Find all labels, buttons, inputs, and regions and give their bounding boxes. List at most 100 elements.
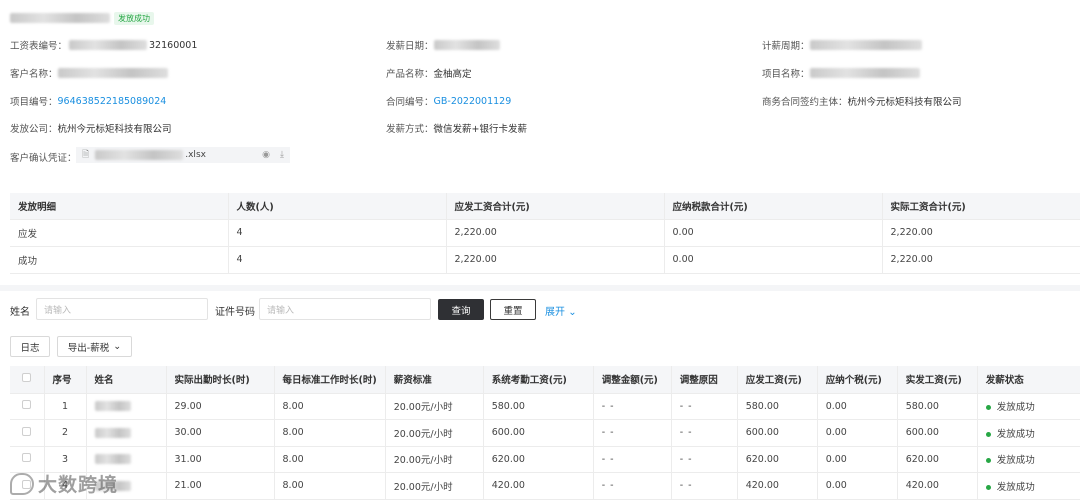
table-row[interactable]: 3 31.00 8.00 20.00元/小时 620.00 - - - - 62… bbox=[10, 446, 1080, 473]
voucher-label: 客户确认凭证： bbox=[10, 153, 77, 164]
row-hours: 29.00 bbox=[166, 393, 275, 420]
row-hours: 31.00 bbox=[166, 446, 275, 473]
signing-entity-value: 杭州今元标矩科技有限公司 bbox=[847, 97, 962, 108]
row-gross: 580.00 bbox=[737, 393, 818, 420]
row-no: 2 bbox=[44, 419, 87, 447]
redacted-value bbox=[809, 68, 920, 78]
row-hours: 21.00 bbox=[166, 472, 275, 500]
section-divider bbox=[0, 285, 1080, 291]
table-row[interactable]: 1 29.00 8.00 20.00元/小时 580.00 - - - - 58… bbox=[10, 393, 1080, 420]
watermark-logo-icon bbox=[10, 472, 34, 495]
summary-cell: 2,220.00 bbox=[446, 219, 665, 247]
issuer-label: 发放公司： bbox=[10, 124, 58, 135]
main-header-cell: 应纳个税(元) bbox=[817, 366, 898, 394]
pay-period-label: 计薪周期： bbox=[762, 41, 810, 52]
summary-header-cell: 应发工资合计(元) bbox=[446, 193, 665, 220]
row-gross: 420.00 bbox=[737, 472, 818, 500]
customer-label: 客户名称： bbox=[10, 69, 58, 80]
redacted-title bbox=[10, 13, 110, 23]
voucher-file[interactable]: 🗎 .xlsx ◉ ⤓ bbox=[76, 147, 290, 163]
row-hours: 30.00 bbox=[166, 419, 275, 447]
product-value: 金柚高定 bbox=[433, 69, 472, 80]
name-input[interactable]: 请输入 bbox=[36, 298, 208, 320]
row-status: 发放成功 bbox=[977, 446, 1080, 473]
log-button[interactable]: 日志 bbox=[10, 336, 50, 357]
summary-cell: 成功 bbox=[10, 246, 229, 274]
row-tax: 0.00 bbox=[817, 419, 898, 447]
row-sys-pay: 420.00 bbox=[483, 472, 594, 500]
row-tax: 0.00 bbox=[817, 446, 898, 473]
payroll-detail-table: 序号 姓名 实际出勤时长(时) 每日标准工作时长(时) 薪资标准 系统考勤工资(… bbox=[10, 366, 1080, 500]
query-button[interactable]: 查询 bbox=[438, 299, 484, 320]
pay-method-field: 发薪方式： 微信发薪+银行卡发薪 bbox=[386, 121, 527, 135]
row-adjust-amount: - - bbox=[593, 472, 672, 500]
export-tax-button[interactable]: 导出-薪税 ⌄ bbox=[57, 336, 132, 357]
download-icon[interactable]: ⤓ bbox=[280, 150, 284, 160]
row-gross: 620.00 bbox=[737, 446, 818, 473]
success-dot-icon bbox=[985, 405, 991, 411]
product-field: 产品名称： 金柚高定 bbox=[386, 66, 472, 80]
file-icon: 🗎 bbox=[82, 150, 90, 160]
summary-cell: 0.00 bbox=[664, 219, 883, 247]
status-text: 发放成功 bbox=[996, 402, 1035, 414]
reset-button[interactable]: 重置 bbox=[490, 299, 536, 320]
row-net: 620.00 bbox=[897, 446, 978, 473]
row-adjust-reason: - - bbox=[671, 446, 738, 473]
row-name bbox=[86, 419, 167, 447]
select-all-checkbox[interactable] bbox=[22, 373, 32, 383]
redacted-name bbox=[94, 401, 131, 412]
summary-header-cell: 人数(人) bbox=[228, 193, 447, 220]
project-no-link[interactable]: 964638522185089024 bbox=[58, 96, 167, 107]
summary-cell: 2,220.00 bbox=[446, 246, 665, 274]
row-no: 1 bbox=[44, 393, 87, 420]
customer-field: 客户名称： bbox=[10, 66, 168, 80]
table-row[interactable]: 4 21.00 8.00 20.00元/小时 420.00 - - - - 42… bbox=[10, 472, 1080, 500]
summary-header-cell: 实际工资合计(元) bbox=[882, 193, 1080, 220]
row-status: 发放成功 bbox=[977, 419, 1080, 447]
row-sys-pay: 600.00 bbox=[483, 419, 594, 447]
summary-cell: 4 bbox=[228, 246, 447, 274]
eye-icon[interactable]: ◉ bbox=[262, 150, 270, 160]
row-adjust-amount: - - bbox=[593, 446, 672, 473]
row-checkbox[interactable] bbox=[22, 453, 32, 463]
redacted-value bbox=[69, 40, 148, 50]
project-name-label: 项目名称： bbox=[762, 69, 810, 80]
row-std-hours: 8.00 bbox=[274, 393, 386, 420]
row-checkbox[interactable] bbox=[22, 400, 32, 410]
summary-table: 发放明细 人数(人) 应发工资合计(元) 应纳税款合计(元) 实际工资合计(元)… bbox=[10, 193, 1080, 274]
main-header-cell: 实发工资(元) bbox=[897, 366, 978, 394]
id-filter-label: 证件号码 bbox=[215, 307, 255, 318]
row-sys-pay: 620.00 bbox=[483, 446, 594, 473]
product-label: 产品名称： bbox=[386, 69, 434, 80]
name-filter-label: 姓名 bbox=[10, 307, 30, 318]
redacted-value bbox=[433, 40, 500, 50]
main-header-cell: 序号 bbox=[44, 366, 87, 394]
status-text: 发放成功 bbox=[996, 455, 1035, 467]
summary-row: 应发 4 2,220.00 0.00 2,220.00 bbox=[10, 219, 1080, 247]
id-number-input[interactable]: 请输入 bbox=[259, 298, 431, 320]
issuer-value: 杭州今元标矩科技有限公司 bbox=[57, 124, 172, 135]
row-std-hours: 8.00 bbox=[274, 472, 386, 500]
row-select-cell bbox=[10, 393, 45, 420]
row-tax: 0.00 bbox=[817, 393, 898, 420]
row-std-hours: 8.00 bbox=[274, 446, 386, 473]
project-no-label: 项目编号： bbox=[10, 97, 58, 108]
watermark-text: 大数跨境 bbox=[38, 474, 119, 496]
row-sys-pay: 580.00 bbox=[483, 393, 594, 420]
expand-link[interactable]: 展开 ⌄ bbox=[545, 303, 577, 318]
row-name bbox=[86, 446, 167, 473]
pay-period-field: 计薪周期： bbox=[762, 38, 922, 52]
success-dot-icon bbox=[985, 458, 991, 464]
contract-no-link[interactable]: GB-2022001129 bbox=[434, 96, 512, 107]
table-row[interactable]: 2 30.00 8.00 20.00元/小时 600.00 - - - - 60… bbox=[10, 419, 1080, 447]
redacted-value bbox=[809, 40, 922, 50]
summary-header-cell: 发放明细 bbox=[10, 193, 229, 220]
pay-method-value: 微信发薪+银行卡发薪 bbox=[433, 124, 527, 135]
row-net: 600.00 bbox=[897, 419, 978, 447]
row-no: 3 bbox=[44, 446, 87, 473]
main-header-cell: 姓名 bbox=[86, 366, 167, 394]
watermark: 大数跨境 bbox=[10, 470, 118, 497]
row-rate: 20.00元/小时 bbox=[385, 393, 484, 420]
row-checkbox[interactable] bbox=[22, 426, 32, 436]
project-no-field: 项目编号： 964638522185089024 bbox=[10, 94, 167, 109]
